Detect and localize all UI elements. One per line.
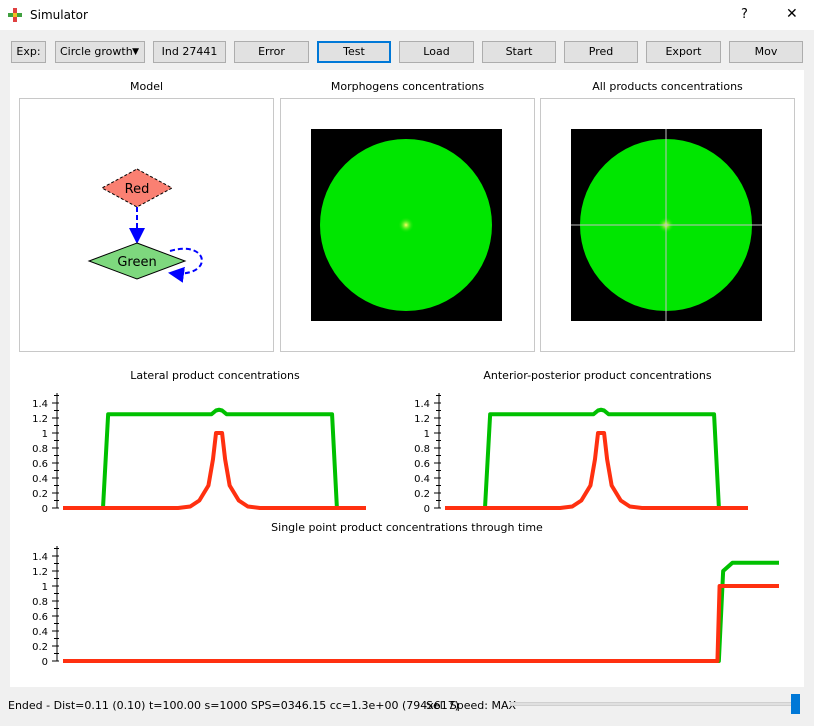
y-tick-label: 0.2 bbox=[32, 642, 48, 653]
speed-slider[interactable] bbox=[510, 702, 800, 706]
y-tick-label: 1 bbox=[42, 582, 48, 593]
y-tick-label: 0.8 bbox=[32, 597, 48, 608]
y-tick-label: 0.8 bbox=[32, 444, 48, 455]
lateral-chart: 0 0.2 0.4 0.6 0.8 1 1.2 1.4 0 0.2 0.4 0.6 0.8 1 1.2 1.4… bbox=[32, 393, 779, 668]
y-tick-label: 1.2 bbox=[414, 414, 430, 425]
chart-0: 0 0.2 0.4 0.6 0.8 1 1.2 1.4 bbox=[32, 393, 366, 515]
y-tick-label: 0.6 bbox=[414, 459, 430, 470]
y-tick-label: 1.4 bbox=[414, 399, 430, 410]
y-tick-label: 1.2 bbox=[32, 414, 48, 425]
speed-slider-handle[interactable] bbox=[791, 694, 800, 714]
y-tick-label: 0.6 bbox=[32, 612, 48, 623]
y-tick-label: 0.4 bbox=[32, 474, 48, 485]
y-tick-label: 0 bbox=[42, 657, 48, 668]
y-tick-label: 0.4 bbox=[414, 474, 430, 485]
chart-2: 0 0.2 0.4 0.6 0.8 1 1.2 1.4 bbox=[32, 546, 779, 668]
y-tick-label: 0 bbox=[424, 504, 430, 515]
speed-label: Sel. Speed: MAX bbox=[426, 699, 517, 712]
status-text: Ended - Dist=0.11 (0.10) t=100.00 s=1000… bbox=[8, 699, 460, 712]
chart-1: 0 0.2 0.4 0.6 0.8 1 1.2 1.4 bbox=[414, 393, 748, 515]
y-tick-label: 0.2 bbox=[414, 489, 430, 500]
y-tick-label: 1.4 bbox=[32, 399, 48, 410]
series-line-0 bbox=[63, 560, 779, 663]
y-tick-label: 0 bbox=[42, 504, 48, 515]
y-tick-label: 0.8 bbox=[414, 444, 430, 455]
y-tick-label: 1.4 bbox=[32, 552, 48, 563]
y-tick-label: 1.2 bbox=[32, 567, 48, 578]
y-tick-label: 1 bbox=[42, 429, 48, 440]
y-tick-label: 0.6 bbox=[32, 459, 48, 470]
series-line-0 bbox=[63, 407, 339, 510]
y-tick-label: 1 bbox=[424, 429, 430, 440]
y-tick-label: 0.4 bbox=[32, 627, 48, 638]
y-tick-label: 0.2 bbox=[32, 489, 48, 500]
series-line-1 bbox=[63, 584, 779, 663]
series-line-0 bbox=[445, 407, 721, 510]
